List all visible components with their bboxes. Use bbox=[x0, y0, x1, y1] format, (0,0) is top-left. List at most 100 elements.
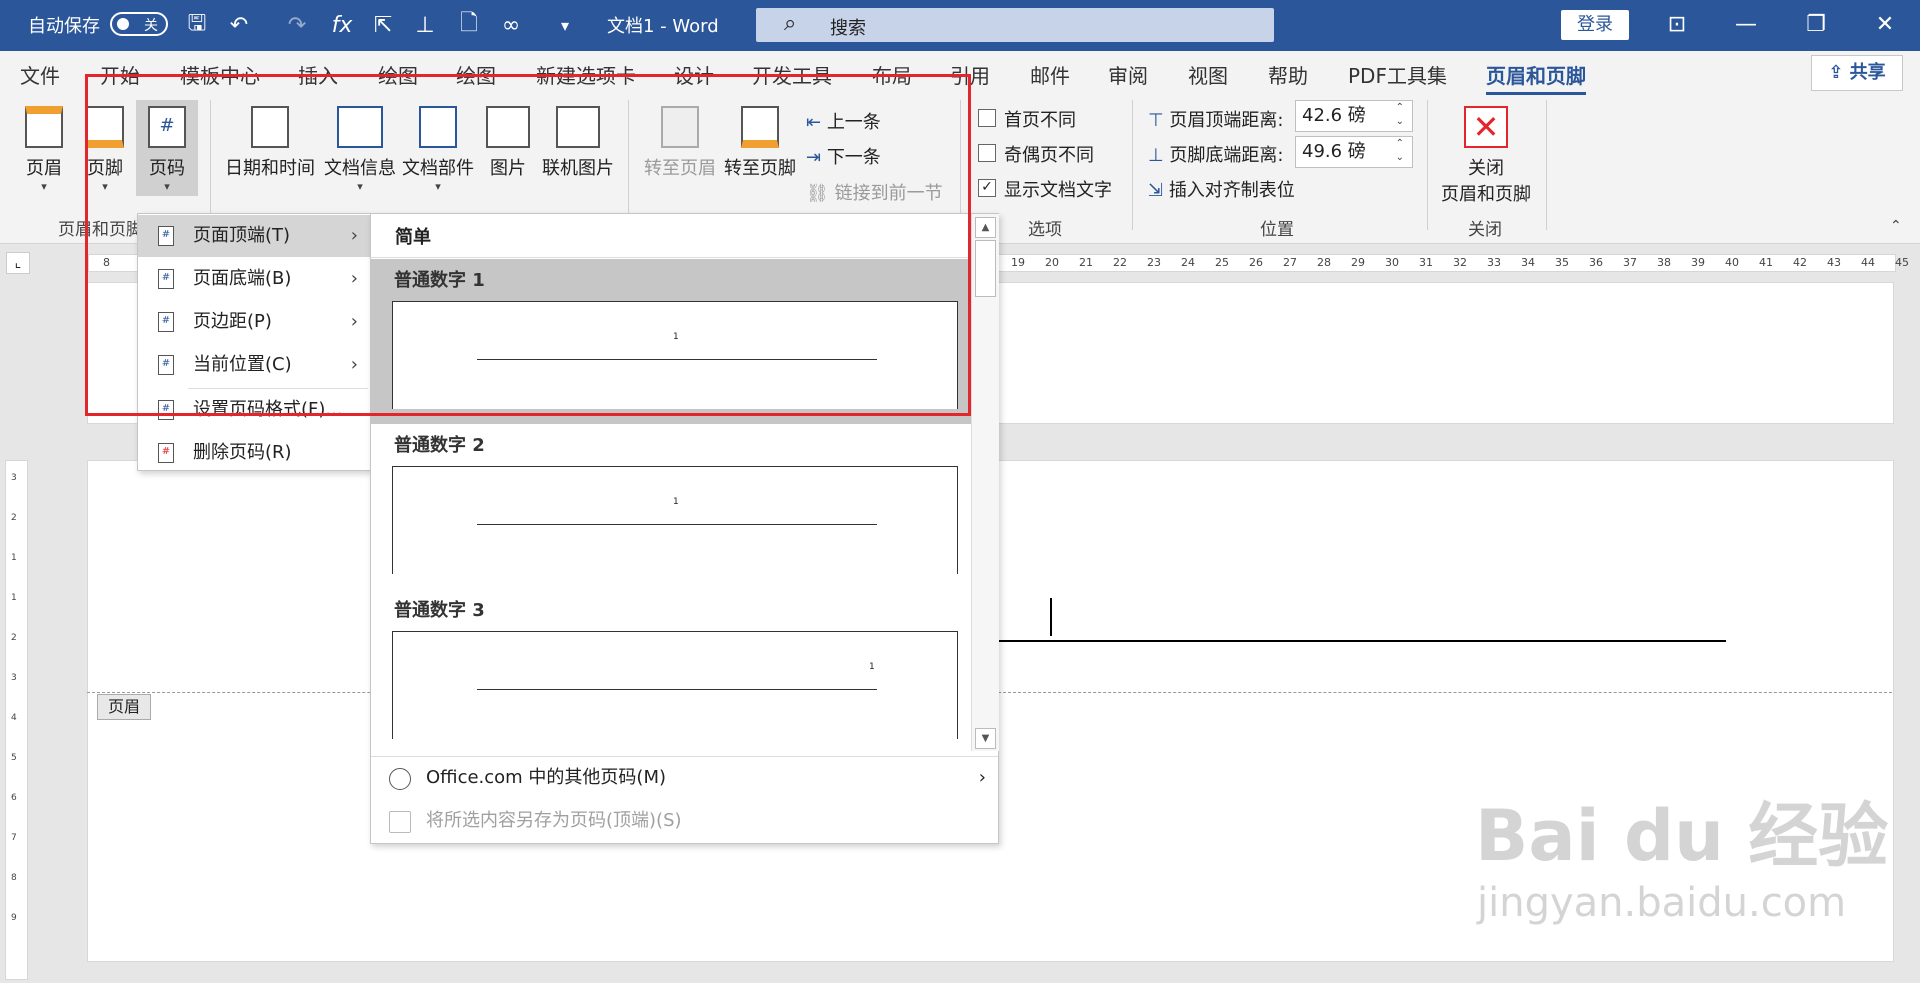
tab-mailings[interactable]: 邮件 bbox=[1030, 60, 1070, 89]
footer-icon bbox=[86, 106, 124, 148]
minimize-icon[interactable]: — bbox=[1726, 8, 1766, 42]
picture-button[interactable]: 图片 bbox=[485, 106, 531, 180]
docparts-icon bbox=[419, 106, 457, 148]
docparts-button[interactable]: 文档部件 ▾ bbox=[400, 106, 476, 193]
menu-item-current-position[interactable]: # 当前位置(C) › bbox=[138, 344, 370, 386]
header-button[interactable]: 页眉 ▾ bbox=[20, 106, 68, 193]
scroll-down-icon[interactable]: ▼ bbox=[975, 728, 996, 749]
title-bar: 自动保存 关 🖫 ↶ ↷ fx ⇱ ⊥ 🗋 ∞ ▾ 文档1 - Word ⌕ 搜… bbox=[0, 0, 1920, 51]
close-header-footer-button[interactable]: ✕ 关闭 页眉和页脚 bbox=[1438, 106, 1534, 206]
undo-icon[interactable]: ↶ bbox=[224, 10, 254, 40]
infinity-icon[interactable]: ∞ bbox=[496, 10, 526, 40]
footer-button[interactable]: 页脚 ▾ bbox=[81, 106, 129, 193]
tab-selector-icon[interactable]: ⌞ bbox=[6, 252, 30, 274]
goto-header-button[interactable]: 转至页眉 bbox=[644, 106, 716, 180]
align-tab-icon: ⇲ bbox=[1148, 180, 1169, 201]
ruler-tick: 39 bbox=[1691, 256, 1705, 269]
spinner-icon[interactable]: ⌃ ⌄ bbox=[1396, 137, 1404, 165]
tab-home[interactable]: 开始 bbox=[100, 60, 140, 89]
link-to-previous-button[interactable]: ⛓ 链接到前一节 bbox=[806, 179, 943, 205]
menu-item-remove-page-numbers[interactable]: # 删除页码(R) bbox=[138, 432, 370, 474]
ruler-tick: 27 bbox=[1283, 256, 1297, 269]
autosave-label: 自动保存 bbox=[28, 16, 100, 37]
spinner-icon[interactable]: ⌃ ⌄ bbox=[1396, 101, 1404, 129]
tab-file[interactable]: 文件 bbox=[20, 60, 60, 89]
close-icon[interactable]: ✕ bbox=[1865, 8, 1905, 42]
login-button[interactable]: 登录 bbox=[1561, 10, 1629, 40]
ruler-tick: 20 bbox=[1045, 256, 1059, 269]
show-doc-text-checkbox[interactable]: ✓ bbox=[978, 179, 996, 197]
gallery-item-plain-number-2[interactable]: 普通数字 2 1 bbox=[371, 424, 971, 589]
online-picture-button[interactable]: 联机图片 bbox=[540, 106, 616, 180]
tab-insert[interactable]: 插入 bbox=[298, 60, 338, 89]
ruler-tick: 23 bbox=[1147, 256, 1161, 269]
scroll-up-icon[interactable]: ▲ bbox=[975, 217, 996, 238]
ruler-tick: 34 bbox=[1521, 256, 1535, 269]
goto-footer-button[interactable]: 转至页脚 bbox=[722, 106, 798, 180]
header-icon bbox=[25, 106, 63, 148]
group-label-position: 位置 bbox=[1260, 220, 1294, 240]
ribbon-display-icon[interactable]: ⊡ bbox=[1657, 8, 1697, 42]
share-button[interactable]: ⇪ 共享 bbox=[1811, 55, 1903, 91]
autosave-toggle[interactable]: 关 bbox=[110, 12, 168, 36]
different-first-page-checkbox[interactable] bbox=[978, 109, 996, 127]
org-chart-icon[interactable]: ⊥ bbox=[410, 10, 440, 40]
footer-distance-icon: ⊥ bbox=[1148, 145, 1170, 166]
fx-icon[interactable]: fx bbox=[327, 10, 357, 40]
ruler-tick: 29 bbox=[1351, 256, 1365, 269]
gallery-item-plain-number-3[interactable]: 普通数字 3 1 bbox=[371, 589, 971, 754]
document-icon[interactable]: 🗋 bbox=[454, 10, 484, 40]
tab-view[interactable]: 视图 bbox=[1188, 60, 1228, 89]
tab-layout[interactable]: 布局 bbox=[872, 60, 912, 89]
restore-icon[interactable]: ❐ bbox=[1796, 8, 1836, 42]
header-top-distance-input[interactable]: 42.6 磅 ⌃ ⌄ bbox=[1295, 100, 1413, 132]
share-icon: ⇪ bbox=[1828, 62, 1850, 83]
tab-developer[interactable]: 开发工具 bbox=[752, 60, 832, 89]
vertical-ruler[interactable]: 3 2 1 1 2 3 4 5 6 7 8 9 bbox=[5, 460, 28, 980]
datetime-button[interactable]: 日期和时间 bbox=[224, 106, 316, 180]
ruler-tick: 19 bbox=[1011, 256, 1025, 269]
next-button[interactable]: ⇥ 下一条 bbox=[806, 143, 881, 169]
header-rule-line bbox=[999, 640, 1726, 642]
online-picture-icon bbox=[556, 106, 600, 148]
gallery-scrollbar[interactable]: ▲ ▼ bbox=[971, 214, 999, 751]
insert-alignment-tab-button[interactable]: ⇲ 插入对齐制表位 bbox=[1148, 176, 1295, 202]
menu-item-page-margins[interactable]: # 页边距(P) › bbox=[138, 301, 370, 343]
tab-header-footer[interactable]: 页眉和页脚 bbox=[1486, 60, 1586, 95]
tab-review[interactable]: 审阅 bbox=[1108, 60, 1148, 89]
tab-help[interactable]: 帮助 bbox=[1268, 60, 1308, 89]
tab-pdf-tools[interactable]: PDF工具集 bbox=[1348, 60, 1447, 89]
menu-item-bottom-of-page[interactable]: # 页面底端(B) › bbox=[138, 258, 370, 300]
tab-draw-2[interactable]: 绘图 bbox=[456, 60, 496, 89]
collapse-ribbon-icon[interactable]: ⌃ bbox=[1890, 218, 1902, 234]
scroll-thumb[interactable] bbox=[975, 240, 996, 297]
page-top-icon: # bbox=[158, 226, 174, 246]
search-box[interactable]: ⌕ 搜索 bbox=[756, 8, 1274, 42]
tab-template-center[interactable]: 模板中心 bbox=[180, 60, 260, 89]
redo-icon[interactable]: ↷ bbox=[282, 10, 312, 40]
page-number-button[interactable]: # 页码 ▾ bbox=[136, 100, 198, 196]
show-doc-text-label: 显示文档文字 bbox=[1004, 180, 1112, 201]
different-odd-even-checkbox[interactable] bbox=[978, 144, 996, 162]
save-icon[interactable]: 🖫 bbox=[182, 10, 212, 40]
menu-item-format-page-numbers[interactable]: # 设置页码格式(F)... bbox=[138, 389, 370, 431]
header-tag: 页眉 bbox=[97, 694, 151, 720]
previous-button[interactable]: ⇤ 上一条 bbox=[806, 108, 881, 134]
docinfo-button[interactable]: 文档信息 ▾ bbox=[322, 106, 398, 193]
gallery-item-plain-number-1[interactable]: 普通数字 1 1 bbox=[371, 259, 971, 424]
tab-references[interactable]: 引用 bbox=[950, 60, 990, 89]
tab-new-tab[interactable]: 新建选项卡 bbox=[536, 60, 636, 89]
customize-qat-icon[interactable]: ▾ bbox=[550, 10, 580, 40]
tab-draw-1[interactable]: 绘图 bbox=[378, 60, 418, 89]
more-page-numbers-item[interactable]: Office.com 中的其他页码(M) › bbox=[371, 756, 998, 800]
save-selection-item[interactable]: 将所选内容另存为页码(顶端)(S) bbox=[371, 800, 998, 843]
goto-footer-icon bbox=[741, 106, 779, 148]
menu-item-top-of-page[interactable]: # 页面顶端(T) › bbox=[138, 215, 370, 257]
vruler-tick: 6 bbox=[11, 793, 17, 803]
vruler-tick: 5 bbox=[11, 753, 17, 763]
ruler-tick: 31 bbox=[1419, 256, 1433, 269]
tab-design[interactable]: 设计 bbox=[674, 60, 714, 89]
page-bottom-icon: # bbox=[158, 269, 174, 289]
footer-bottom-distance-input[interactable]: 49.6 磅 ⌃ ⌄ bbox=[1295, 136, 1413, 168]
cursor-icon[interactable]: ⇱ bbox=[368, 10, 398, 40]
